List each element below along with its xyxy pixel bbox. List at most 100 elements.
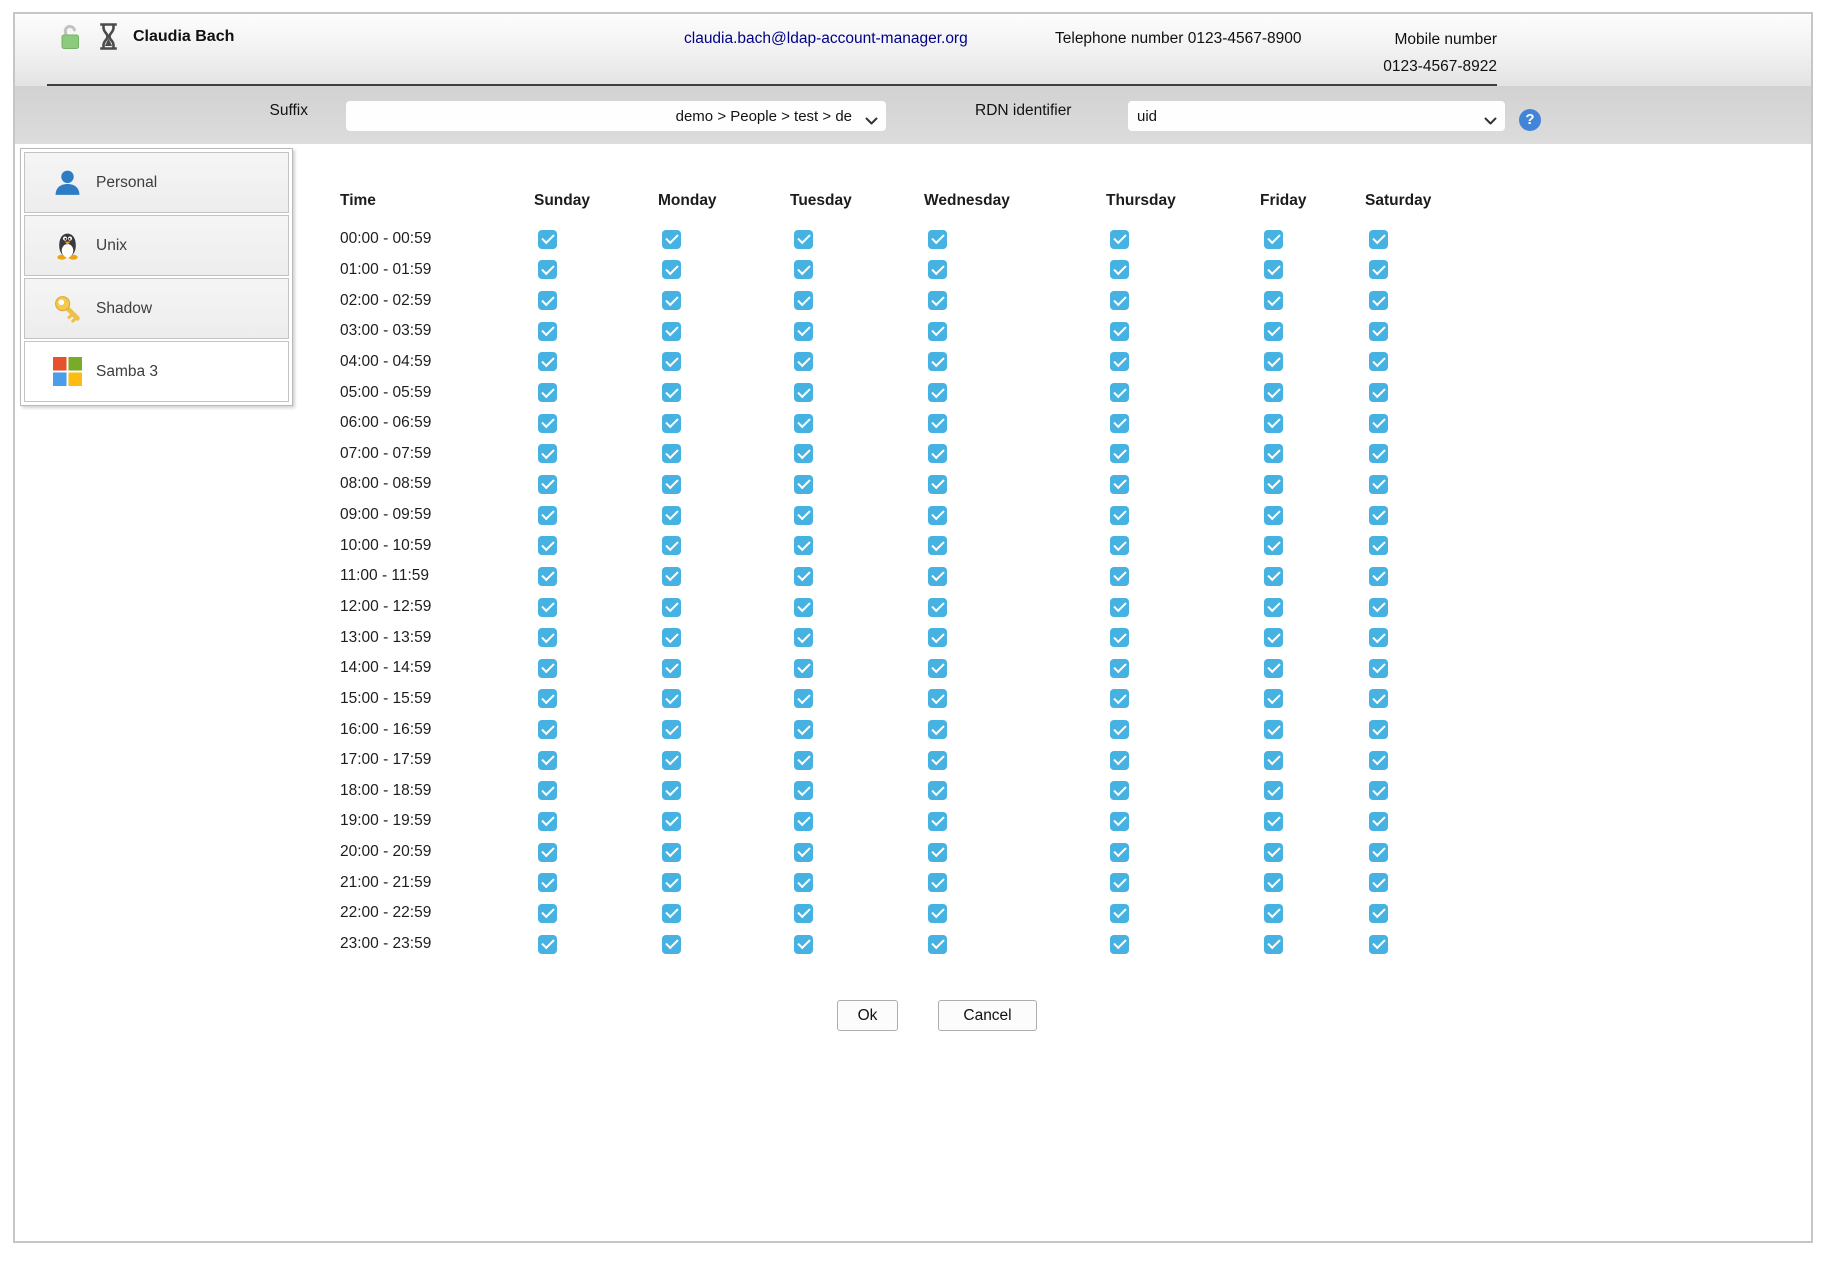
hour-checkbox[interactable] <box>794 444 813 463</box>
hour-checkbox[interactable] <box>1369 689 1388 708</box>
hour-checkbox[interactable] <box>1369 444 1388 463</box>
help-icon[interactable]: ? <box>1519 109 1541 131</box>
hour-checkbox[interactable] <box>538 843 557 862</box>
hour-checkbox[interactable] <box>662 536 681 555</box>
hour-checkbox[interactable] <box>538 935 557 954</box>
hour-checkbox[interactable] <box>538 444 557 463</box>
hour-checkbox[interactable] <box>662 843 681 862</box>
hour-checkbox[interactable] <box>1264 230 1283 249</box>
hour-checkbox[interactable] <box>794 230 813 249</box>
hour-checkbox[interactable] <box>1110 230 1129 249</box>
hour-checkbox[interactable] <box>1264 781 1283 800</box>
hour-checkbox[interactable] <box>538 260 557 279</box>
hour-checkbox[interactable] <box>928 475 947 494</box>
hour-checkbox[interactable] <box>1264 843 1283 862</box>
hour-checkbox[interactable] <box>538 383 557 402</box>
hour-checkbox[interactable] <box>928 812 947 831</box>
hour-checkbox[interactable] <box>1110 720 1129 739</box>
hour-checkbox[interactable] <box>662 935 681 954</box>
hour-checkbox[interactable] <box>1369 598 1388 617</box>
hour-checkbox[interactable] <box>1264 322 1283 341</box>
hour-checkbox[interactable] <box>1110 322 1129 341</box>
hour-checkbox[interactable] <box>1369 230 1388 249</box>
hour-checkbox[interactable] <box>538 781 557 800</box>
hour-checkbox[interactable] <box>538 751 557 770</box>
hour-checkbox[interactable] <box>538 873 557 892</box>
hour-checkbox[interactable] <box>538 475 557 494</box>
hour-checkbox[interactable] <box>1110 444 1129 463</box>
hour-checkbox[interactable] <box>1264 935 1283 954</box>
hour-checkbox[interactable] <box>1369 322 1388 341</box>
hour-checkbox[interactable] <box>1369 904 1388 923</box>
hour-checkbox[interactable] <box>662 873 681 892</box>
hour-checkbox[interactable] <box>928 781 947 800</box>
suffix-select[interactable]: demo > People > test > de <box>346 101 886 131</box>
hour-checkbox[interactable] <box>794 720 813 739</box>
hour-checkbox[interactable] <box>662 260 681 279</box>
hour-checkbox[interactable] <box>1110 506 1129 525</box>
hour-checkbox[interactable] <box>928 935 947 954</box>
hour-checkbox[interactable] <box>1264 260 1283 279</box>
hour-checkbox[interactable] <box>794 935 813 954</box>
hour-checkbox[interactable] <box>1110 935 1129 954</box>
hour-checkbox[interactable] <box>794 628 813 647</box>
hour-checkbox[interactable] <box>1369 781 1388 800</box>
hour-checkbox[interactable] <box>662 659 681 678</box>
hour-checkbox[interactable] <box>538 352 557 371</box>
hour-checkbox[interactable] <box>1110 873 1129 892</box>
hour-checkbox[interactable] <box>538 506 557 525</box>
hour-checkbox[interactable] <box>1264 383 1283 402</box>
hour-checkbox[interactable] <box>928 444 947 463</box>
hour-checkbox[interactable] <box>662 506 681 525</box>
hour-checkbox[interactable] <box>662 781 681 800</box>
hour-checkbox[interactable] <box>1369 260 1388 279</box>
hour-checkbox[interactable] <box>794 904 813 923</box>
hour-checkbox[interactable] <box>928 567 947 586</box>
hour-checkbox[interactable] <box>1264 506 1283 525</box>
hour-checkbox[interactable] <box>662 414 681 433</box>
hour-checkbox[interactable] <box>794 536 813 555</box>
hour-checkbox[interactable] <box>1369 659 1388 678</box>
hour-checkbox[interactable] <box>928 659 947 678</box>
hour-checkbox[interactable] <box>1264 567 1283 586</box>
hour-checkbox[interactable] <box>662 628 681 647</box>
user-email-link[interactable]: claudia.bach@ldap-account-manager.org <box>684 30 968 48</box>
hour-checkbox[interactable] <box>662 291 681 310</box>
hour-checkbox[interactable] <box>928 904 947 923</box>
hour-checkbox[interactable] <box>1264 444 1283 463</box>
hour-checkbox[interactable] <box>1264 414 1283 433</box>
hour-checkbox[interactable] <box>928 720 947 739</box>
hour-checkbox[interactable] <box>794 506 813 525</box>
hour-checkbox[interactable] <box>538 230 557 249</box>
hour-checkbox[interactable] <box>928 843 947 862</box>
hour-checkbox[interactable] <box>1369 475 1388 494</box>
hour-checkbox[interactable] <box>1264 659 1283 678</box>
hour-checkbox[interactable] <box>794 812 813 831</box>
hour-checkbox[interactable] <box>1110 812 1129 831</box>
hour-checkbox[interactable] <box>1264 873 1283 892</box>
hour-checkbox[interactable] <box>1110 291 1129 310</box>
sidebar-item-shadow[interactable]: Shadow <box>24 278 289 339</box>
hour-checkbox[interactable] <box>538 322 557 341</box>
hour-checkbox[interactable] <box>1110 628 1129 647</box>
sidebar-item-samba3[interactable]: Samba 3 <box>24 341 289 402</box>
hour-checkbox[interactable] <box>928 689 947 708</box>
hour-checkbox[interactable] <box>794 751 813 770</box>
hour-checkbox[interactable] <box>1264 904 1283 923</box>
hour-checkbox[interactable] <box>928 383 947 402</box>
hour-checkbox[interactable] <box>538 414 557 433</box>
hour-checkbox[interactable] <box>662 475 681 494</box>
hour-checkbox[interactable] <box>928 536 947 555</box>
hour-checkbox[interactable] <box>538 598 557 617</box>
hour-checkbox[interactable] <box>1369 414 1388 433</box>
hour-checkbox[interactable] <box>1110 567 1129 586</box>
hour-checkbox[interactable] <box>928 628 947 647</box>
sidebar-item-unix[interactable]: Unix <box>24 215 289 276</box>
hour-checkbox[interactable] <box>538 904 557 923</box>
hour-checkbox[interactable] <box>1110 383 1129 402</box>
hour-checkbox[interactable] <box>794 873 813 892</box>
hour-checkbox[interactable] <box>1264 689 1283 708</box>
hour-checkbox[interactable] <box>662 444 681 463</box>
hour-checkbox[interactable] <box>538 567 557 586</box>
hour-checkbox[interactable] <box>538 689 557 708</box>
